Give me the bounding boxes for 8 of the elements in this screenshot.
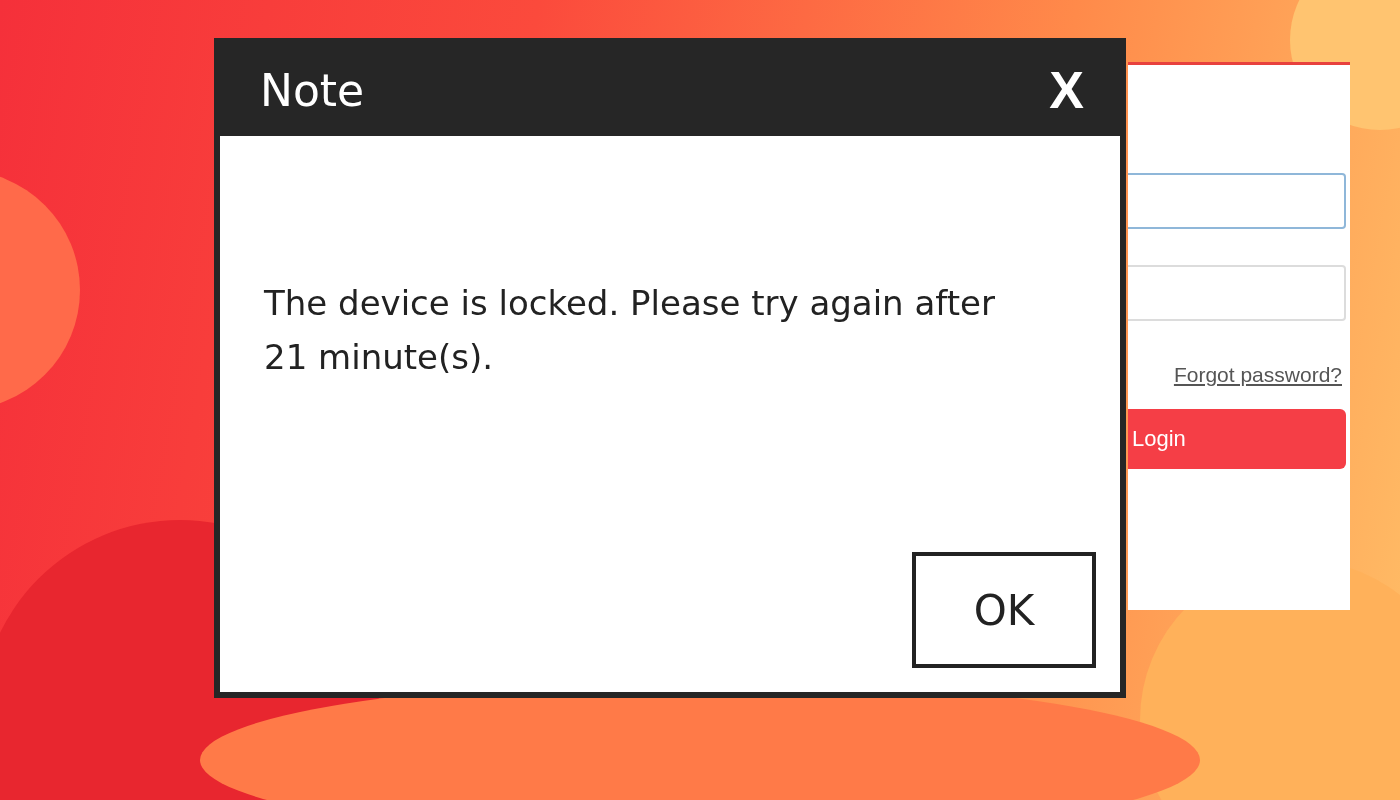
input-field[interactable] (1128, 173, 1346, 229)
login-button[interactable]: Login (1128, 409, 1346, 469)
dialog-title: Note (260, 64, 365, 116)
dialog-message: The device is locked. Please try again after 21 minute(s). (264, 282, 996, 380)
ok-button[interactable]: OK (912, 552, 1096, 668)
forgot-password-link[interactable]: Forgot password? (1173, 363, 1342, 387)
close-button[interactable]: X (1043, 59, 1090, 121)
input-field[interactable] (1128, 265, 1346, 321)
